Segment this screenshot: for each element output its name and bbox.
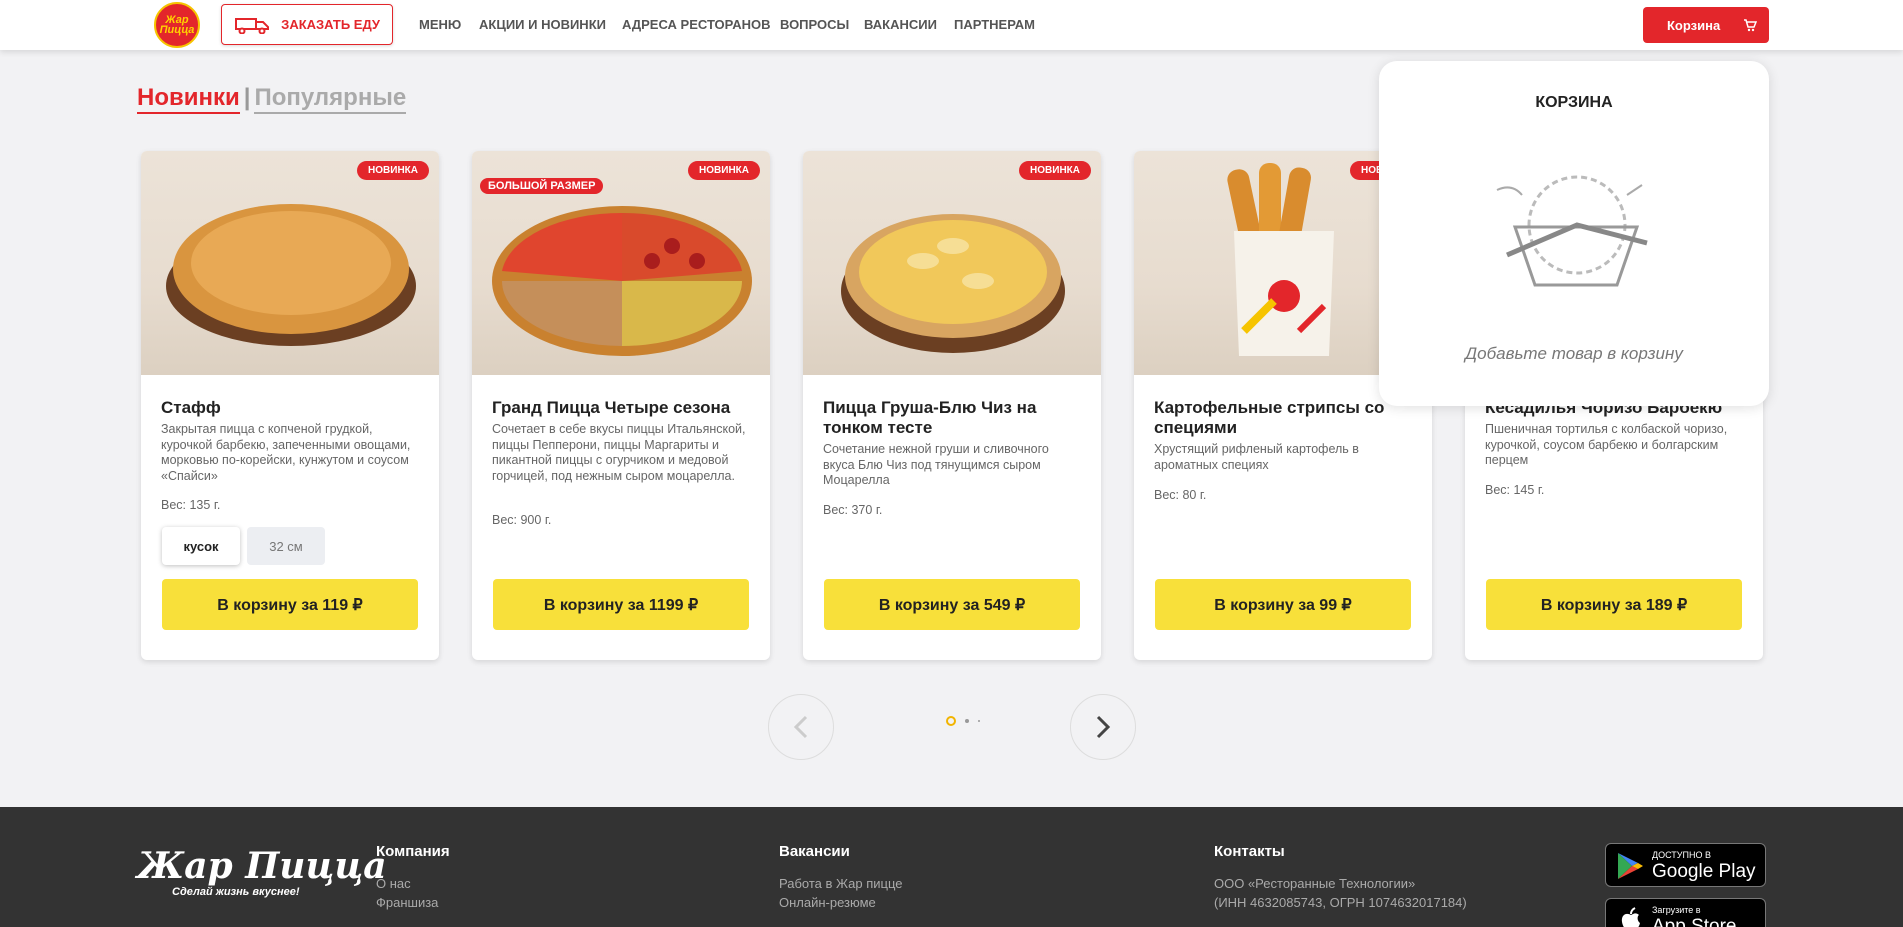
pagination-dot-active[interactable] [946, 716, 956, 726]
cart-button-label: Корзина [1667, 17, 1721, 33]
footer-vacancies-column: Вакансии Работа в Жар пицце Онлайн-резюм… [779, 843, 903, 912]
product-weight: Вес: 135 г. [161, 498, 221, 512]
brand-logo[interactable]: Жар Пицца [154, 2, 200, 48]
size-option-32cm[interactable]: 32 см [247, 527, 325, 565]
app-store-small-text: Загрузите в [1652, 905, 1701, 915]
footer-contacts-heading: Контакты [1214, 843, 1285, 860]
carousel-next-button[interactable] [1070, 694, 1136, 760]
nav-vacancies[interactable]: ВАКАНСИИ [864, 17, 937, 32]
product-description: Хрустящий рифленый картофель в ароматных… [1154, 442, 1359, 472]
add-to-cart-button[interactable]: В корзину за 189 ₽ [1486, 579, 1742, 630]
new-badge: НОВИНКА [688, 161, 760, 180]
nav-addresses[interactable]: АДРЕСА РЕСТОРАНОВ [622, 17, 770, 32]
nav-promotions[interactable]: АКЦИИ И НОВИНКИ [479, 17, 606, 32]
footer-vacancies-heading: Вакансии [779, 843, 850, 860]
add-to-cart-button[interactable]: В корзину за 1199 ₽ [493, 579, 749, 630]
delivery-truck-icon [235, 18, 269, 34]
tab-separator: | [243, 84, 251, 111]
google-play-small-text: ДОСТУПНО В [1652, 850, 1711, 860]
order-food-button[interactable]: ЗАКАЗАТЬ ЕДУ [221, 4, 393, 45]
product-title[interactable]: Стафф [161, 398, 419, 418]
footer-link-franchise[interactable]: Франшиза [376, 893, 450, 912]
nav-partners[interactable]: ПАРТНЕРАМ [954, 17, 1035, 32]
cart-button[interactable]: Корзина [1643, 7, 1769, 43]
nav-questions[interactable]: ВОПРОСЫ [780, 17, 849, 32]
add-to-cart-button[interactable]: В корзину за 119 ₽ [162, 579, 418, 630]
size-option-slice[interactable]: кусок [162, 527, 240, 565]
nav-menu[interactable]: МЕНЮ [419, 17, 461, 32]
product-card: НОВИНКА Пицца Груша-Блю Чиз на тонком те… [803, 151, 1101, 660]
app-store-button[interactable]: Загрузите в App Store [1605, 898, 1766, 927]
top-header: Жар Пицца ЗАКАЗАТЬ ЕДУ МЕНЮ АКЦИИ И НОВИ… [0, 0, 1903, 50]
footer-link-resume[interactable]: Онлайн-резюме [779, 893, 903, 912]
footer-company-heading: Компания [376, 843, 450, 860]
footer-link-about[interactable]: О нас [376, 874, 450, 893]
product-image[interactable]: НОВИНКА [141, 151, 439, 375]
pear-pizza-image [841, 214, 1065, 353]
app-store-label: App Store [1652, 916, 1737, 927]
product-weight: Вес: 145 г. [1485, 483, 1545, 497]
closed-pizza-image [166, 204, 416, 346]
product-title[interactable]: Гранд Пицца Четыре сезона [492, 398, 750, 418]
product-title[interactable]: Картофельные стрипсы со специями [1154, 398, 1412, 438]
chevron-left-icon [793, 715, 808, 739]
footer-company-name: ООО «Ресторанные Технологии» [1214, 876, 1416, 891]
product-weight: Вес: 900 г. [492, 513, 552, 527]
carousel-prev-button[interactable] [768, 694, 834, 760]
footer-slogan: Сделай жизнь вкуснее! [172, 886, 300, 898]
product-description: Пшеничная тортилья с колбаской чоризо, к… [1485, 422, 1728, 467]
product-description: Закрытая пицца с копченой грудкой, куроч… [161, 422, 411, 483]
pagination-dot[interactable] [965, 719, 969, 723]
pagination-dot[interactable] [978, 720, 980, 722]
apple-icon [1621, 907, 1640, 927]
carousel-pagination [946, 716, 980, 726]
large-size-badge: БОЛЬШОЙ РАЗМЕР [480, 178, 604, 194]
tab-new[interactable]: Новинки [137, 84, 240, 114]
footer-brand-logo[interactable]: Жар Пицца [137, 845, 387, 887]
site-footer: Жар Пицца Сделай жизнь вкуснее! Компания… [0, 807, 1903, 927]
shopping-cart-icon [1744, 19, 1757, 32]
order-food-label: ЗАКАЗАТЬ ЕДУ [281, 17, 380, 32]
footer-company-column: Компания О нас Франшиза [376, 843, 450, 912]
footer-link-jobs[interactable]: Работа в Жар пицце [779, 874, 903, 893]
product-card: БОЛЬШОЙ РАЗМЕР НОВИНКА Гранд Пицца Четыр… [472, 151, 770, 660]
google-play-icon [1618, 853, 1643, 879]
product-weight: Вес: 80 г. [1154, 488, 1207, 502]
new-badge: НОВИНКА [1019, 161, 1091, 180]
footer-contacts-column: Контакты ООО «Ресторанные Технологии» (И… [1214, 843, 1467, 912]
empty-basket-icon [1496, 175, 1648, 287]
product-card: НОВИНКА Стафф Закрытая пицца с копченой … [141, 151, 439, 660]
add-to-cart-button[interactable]: В корзину за 549 ₽ [824, 579, 1080, 630]
add-to-cart-button[interactable]: В корзину за 99 ₽ [1155, 579, 1411, 630]
google-play-button[interactable]: ДОСТУПНО В Google Play [1605, 843, 1766, 887]
product-title[interactable]: Пицца Груша-Блю Чиз на тонком тесте [823, 398, 1081, 438]
footer-company-ids: (ИНН 4632085743, ОГРН 1074632017184) [1214, 895, 1467, 910]
tab-popular[interactable]: Популярные [254, 84, 407, 114]
cart-empty-message: Добавьте товар в корзину [1465, 344, 1683, 363]
product-image[interactable]: БОЛЬШОЙ РАЗМЕР НОВИНКА [472, 151, 770, 375]
product-description: Сочетание нежной груши и сливочного вкус… [823, 442, 1049, 487]
product-description: Сочетает в себе вкусы пиццы Итальянской,… [492, 422, 746, 483]
cart-panel-title: КОРЗИНА [1535, 94, 1613, 111]
product-image[interactable]: НОВИНКА [803, 151, 1101, 375]
chevron-right-icon [1096, 715, 1111, 739]
google-play-label: Google Play [1652, 861, 1756, 882]
product-weight: Вес: 370 г. [823, 503, 883, 517]
cart-panel: КОРЗИНА Добавьте товар в корзину [1379, 61, 1769, 406]
product-tabs: Новинки | Популярные [137, 84, 407, 114]
new-badge: НОВИНКА [357, 161, 429, 180]
